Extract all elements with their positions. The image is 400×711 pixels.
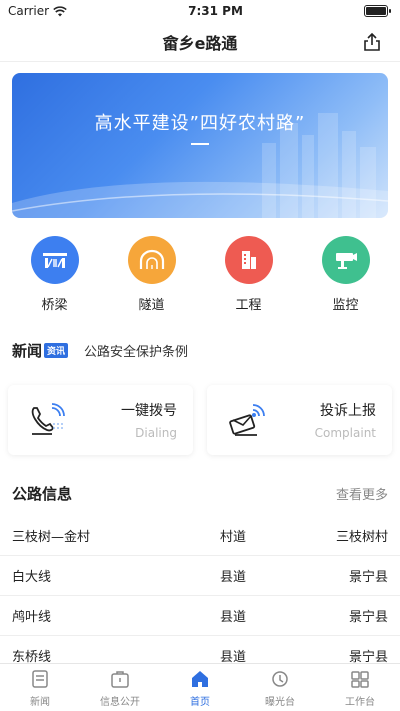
dial-card-text: 一键拨号 Dialing — [121, 400, 177, 440]
tab-label: 信息公开 — [100, 696, 140, 708]
road-region: 景宁县 — [348, 570, 388, 585]
quick-action-label: 桥梁 — [41, 298, 68, 313]
quick-action-label: 隧道 — [138, 298, 165, 313]
road-region: 景宁县 — [348, 650, 388, 663]
tab-news[interactable]: 新闻 — [0, 664, 80, 711]
news-logo: 新闻 资讯 — [12, 340, 69, 361]
wifi-icon — [53, 5, 67, 16]
page-title: 畲乡e路通 — [162, 33, 238, 53]
road-region: 景宁县 — [348, 610, 388, 625]
tab-exposure[interactable]: 曝光台 — [240, 664, 320, 711]
home-icon — [192, 670, 208, 687]
news-tag: 资讯 — [44, 342, 69, 358]
complaint-icon — [229, 404, 265, 436]
complaint-card-subtitle: Complaint — [314, 426, 376, 440]
news-headline[interactable]: 公路安全保护条例 — [84, 341, 188, 360]
bridge-icon — [30, 236, 79, 284]
tab-label: 首页 — [190, 696, 210, 708]
table-row[interactable]: 白大线 县道 景宁县 — [0, 556, 400, 596]
quick-actions: 桥梁 隧道 工程 监控 — [0, 218, 400, 313]
road-name: 东桥线 — [12, 650, 52, 663]
tab-label: 曝光台 — [265, 696, 295, 708]
tab-label: 工作台 — [345, 696, 375, 708]
table-row[interactable]: 东桥线 县道 景宁县 — [0, 636, 400, 663]
road-info-list: 三枝树—金村 村道 三枝树村 白大线 县道 景宁县 鸬叶线 县道 景宁县 东桥线… — [0, 516, 400, 663]
dial-card-subtitle: Dialing — [135, 426, 177, 440]
workbench-icon — [351, 670, 369, 688]
status-time: 7:31 PM — [188, 4, 243, 18]
table-row[interactable]: 三枝树—金村 村道 三枝树村 — [0, 516, 400, 556]
share-button[interactable] — [360, 30, 384, 54]
action-cards: 一键拨号 Dialing 投诉上报 Complaint — [0, 365, 400, 455]
camera-icon — [321, 236, 370, 284]
complaint-card-title: 投诉上报 — [320, 403, 376, 419]
nav-bar: 畲乡e路通 — [0, 22, 400, 62]
road-type: 县道 — [219, 570, 246, 585]
building-icon — [224, 236, 273, 284]
table-row[interactable]: 鸬叶线 县道 景宁县 — [0, 596, 400, 636]
road-name: 鸬叶线 — [12, 610, 52, 625]
banner[interactable]: 高水平建设”四好农村路” — [12, 73, 388, 218]
banner-divider — [191, 143, 209, 145]
tab-label: 新闻 — [30, 696, 50, 708]
tab-workbench[interactable]: 工作台 — [320, 664, 400, 711]
banner-title: 高水平建设”四好农村路” — [94, 113, 306, 134]
tab-info-public[interactable]: 信息公开 — [80, 664, 160, 711]
dial-card[interactable]: 一键拨号 Dialing — [8, 385, 193, 455]
complaint-card-text: 投诉上报 Complaint — [315, 400, 376, 440]
complaint-card[interactable]: 投诉上报 Complaint — [207, 385, 392, 455]
road-name: 白大线 — [12, 570, 52, 585]
quick-action-label: 监控 — [332, 298, 359, 313]
view-more-link[interactable]: 查看更多 — [336, 484, 388, 503]
tab-bar: 新闻 信息公开 首页 曝光台 工作台 — [0, 663, 400, 711]
exposure-icon — [272, 670, 288, 687]
tunnel-icon — [127, 236, 176, 284]
news-icon — [32, 669, 48, 688]
battery-icon — [364, 5, 391, 17]
info-box-icon — [111, 670, 129, 688]
quick-action-project[interactable]: 工程 — [209, 236, 289, 313]
dial-card-title: 一键拨号 — [121, 403, 177, 419]
quick-action-bridge[interactable]: 桥梁 — [15, 236, 95, 313]
road-region: 三枝树村 — [335, 530, 388, 545]
news-logo-text: 新闻 — [12, 341, 43, 360]
share-icon — [364, 32, 380, 51]
road-info-title: 公路信息 — [12, 485, 73, 503]
news-ticker[interactable]: 新闻 资讯 公路安全保护条例 — [0, 313, 400, 365]
status-bar: Carrier 7:31 PM — [0, 0, 400, 22]
carrier-label: Carrier — [8, 4, 50, 18]
status-left: Carrier — [8, 4, 67, 18]
tab-home[interactable]: 首页 — [160, 664, 240, 711]
phone-icon — [31, 403, 65, 435]
quick-action-monitor[interactable]: 监控 — [306, 236, 386, 313]
quick-action-label: 工程 — [235, 298, 262, 313]
quick-action-tunnel[interactable]: 隧道 — [112, 236, 192, 313]
road-name: 三枝树—金村 — [12, 530, 91, 545]
road-type: 县道 — [219, 610, 246, 625]
road-type: 县道 — [219, 650, 246, 663]
city-skyline-illustration — [12, 113, 388, 218]
road-info-header: 公路信息 查看更多 — [0, 455, 400, 504]
home-content: 高水平建设”四好农村路” 桥梁 隧道 工程 监控 新闻 资讯 公路安全保护条例 … — [0, 62, 400, 663]
road-type: 村道 — [219, 530, 246, 545]
